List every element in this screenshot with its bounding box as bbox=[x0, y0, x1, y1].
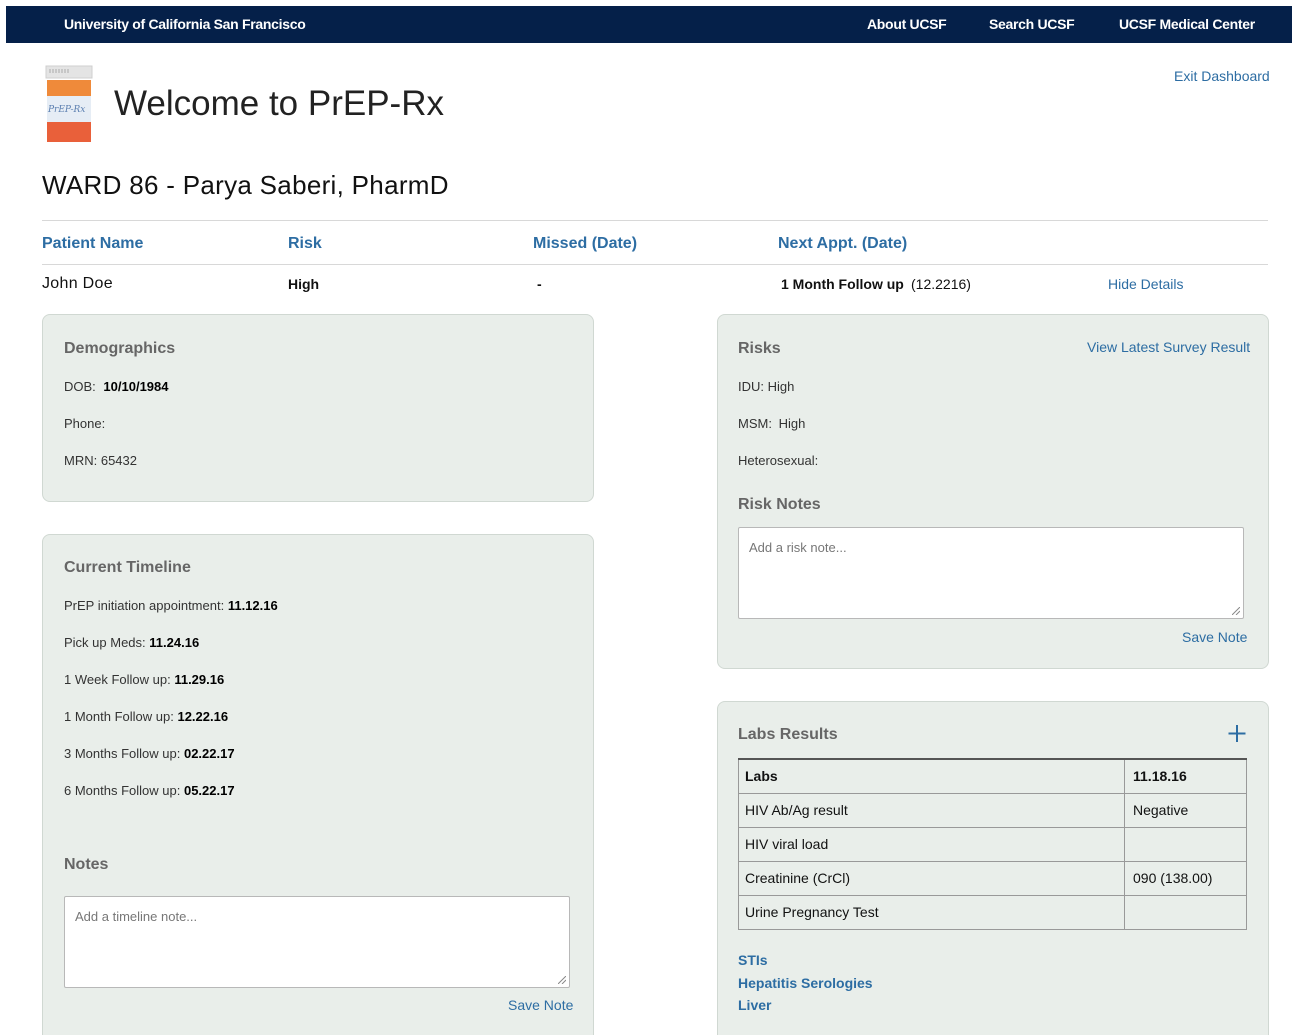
risk-note-placeholder: Add a risk note... bbox=[749, 540, 847, 555]
labs-section-hepatitis[interactable]: Hepatitis Serologies bbox=[738, 975, 873, 991]
timeline-item-label: 6 Months Follow up: bbox=[64, 783, 181, 798]
timeline-item-date: 11.24.16 bbox=[149, 635, 200, 650]
timeline-item: Pick up Meds: 11.24.16 bbox=[64, 635, 199, 650]
timeline-notes-title: Notes bbox=[64, 856, 109, 873]
table-row: HIV Ab/Ag result Negative bbox=[738, 792, 1247, 828]
timeline-item: PrEP initiation appointment: 11.12.16 bbox=[64, 598, 278, 613]
labs-header-date: 11.18.16 bbox=[1124, 758, 1247, 794]
lab-name: HIV viral load bbox=[738, 826, 1125, 862]
risk-item-value: High bbox=[767, 379, 795, 394]
dob-value: 10/10/1984 bbox=[103, 379, 169, 394]
column-header-missed[interactable]: Missed (Date) bbox=[533, 235, 637, 253]
timeline-note-input[interactable]: Add a timeline note... bbox=[64, 896, 570, 988]
lab-name: HIV Ab/Ag result bbox=[738, 792, 1125, 828]
resize-grip-icon[interactable] bbox=[558, 976, 566, 984]
timeline-item: 1 Month Follow up: 12.22.16 bbox=[64, 709, 228, 724]
patient-missed: - bbox=[537, 276, 542, 292]
divider bbox=[42, 220, 1268, 221]
logo-label: PrEP-Rx bbox=[48, 105, 86, 115]
pill-bottle-icon: PrEP-Rx bbox=[44, 64, 94, 144]
labs-title: Labs Results bbox=[738, 726, 838, 743]
phone-field: Phone: bbox=[64, 416, 105, 431]
risk-item-label: IDU: bbox=[738, 379, 764, 394]
view-survey-result-link[interactable]: View Latest Survey Result bbox=[1087, 339, 1250, 355]
dob-label: DOB: bbox=[64, 379, 96, 394]
timeline-item-date: 12.22.16 bbox=[177, 709, 229, 724]
exit-dashboard-link[interactable]: Exit Dashboard bbox=[1174, 68, 1270, 84]
nav-ucsf-medical-center[interactable]: UCSF Medical Center bbox=[1119, 16, 1255, 32]
risk-item: IDU: High bbox=[738, 379, 794, 394]
save-risk-note-button[interactable]: Save Note bbox=[1182, 629, 1247, 645]
phone-label: Phone: bbox=[64, 416, 106, 431]
table-row: HIV viral load bbox=[738, 826, 1247, 862]
risk-item: MSM: High bbox=[738, 416, 805, 431]
patient-risk: High bbox=[288, 276, 320, 292]
risk-item: Heterosexual: bbox=[738, 453, 818, 468]
risk-item-label: Heterosexual: bbox=[738, 453, 819, 468]
risk-item-label: MSM: bbox=[738, 416, 772, 431]
table-row: Creatinine (CrCl) 090 (138.00) bbox=[738, 860, 1247, 896]
mrn-value: 65432 bbox=[100, 453, 137, 468]
table-row: Urine Pregnancy Test bbox=[738, 894, 1247, 930]
timeline-item-date: 05.22.17 bbox=[183, 783, 235, 798]
labs-section-liver[interactable]: Liver bbox=[738, 997, 771, 1013]
clinic-heading: WARD 86 - Parya Saberi, PharmD bbox=[42, 170, 449, 200]
risk-notes-title: Risk Notes bbox=[738, 496, 821, 513]
demographics-title: Demographics bbox=[64, 340, 176, 357]
patient-name[interactable]: John Doe bbox=[42, 275, 113, 293]
lab-name: Urine Pregnancy Test bbox=[738, 894, 1125, 930]
nav-search-ucsf[interactable]: Search UCSF bbox=[989, 16, 1075, 32]
timeline-item-label: 1 Month Follow up: bbox=[64, 709, 174, 724]
column-header-next-appt[interactable]: Next Appt. (Date) bbox=[778, 235, 907, 253]
risks-title: Risks bbox=[738, 340, 781, 357]
page-title: Welcome to PrEP-Rx bbox=[114, 84, 444, 123]
lab-value: Negative bbox=[1124, 792, 1247, 828]
patient-next-appt-date: (12.2216) bbox=[911, 276, 971, 292]
top-navigation-bar: University of California San Francisco A… bbox=[6, 6, 1292, 43]
labs-table: Labs 11.18.16 HIV Ab/Ag result Negative … bbox=[738, 758, 1247, 930]
timeline-item-label: 3 Months Follow up: bbox=[64, 746, 181, 761]
lab-value: 090 (138.00) bbox=[1124, 860, 1247, 896]
lab-name: Creatinine (CrCl) bbox=[738, 860, 1125, 896]
timeline-item: 6 Months Follow up: 05.22.17 bbox=[64, 783, 235, 798]
mrn-field: MRN: 65432 bbox=[64, 453, 137, 468]
labs-header-label: Labs bbox=[738, 758, 1125, 794]
ucsf-brand-link[interactable]: University of California San Francisco bbox=[64, 16, 306, 32]
hide-details-link[interactable]: Hide Details bbox=[1108, 276, 1183, 292]
table-header-row: Labs 11.18.16 bbox=[738, 758, 1247, 794]
save-timeline-note-button[interactable]: Save Note bbox=[508, 997, 573, 1013]
timeline-item-label: 1 Week Follow up: bbox=[64, 672, 171, 687]
timeline-item: 3 Months Follow up: 02.22.17 bbox=[64, 746, 235, 761]
patient-next-appt: 1 Month Follow up bbox=[781, 276, 904, 292]
divider bbox=[42, 264, 1268, 265]
timeline-item-date: 11.29.16 bbox=[174, 672, 225, 687]
timeline-item-label: PrEP initiation appointment: bbox=[64, 598, 225, 613]
timeline-item-date: 02.22.17 bbox=[183, 746, 235, 761]
column-header-patient-name[interactable]: Patient Name bbox=[42, 235, 143, 253]
mrn-label: MRN: bbox=[64, 453, 98, 468]
plus-icon[interactable] bbox=[1226, 722, 1248, 744]
dob-field: DOB: 10/10/1984 bbox=[64, 379, 169, 394]
timeline-title: Current Timeline bbox=[64, 559, 191, 576]
column-header-risk[interactable]: Risk bbox=[288, 235, 322, 253]
lab-value bbox=[1124, 894, 1247, 930]
timeline-item: 1 Week Follow up: 11.29.16 bbox=[64, 672, 224, 687]
lab-value bbox=[1124, 826, 1247, 862]
resize-grip-icon[interactable] bbox=[1232, 607, 1240, 615]
timeline-note-placeholder: Add a timeline note... bbox=[75, 909, 198, 924]
nav-about-ucsf[interactable]: About UCSF bbox=[867, 16, 947, 32]
risk-item-value: High bbox=[778, 416, 806, 431]
labs-section-stis[interactable]: STIs bbox=[738, 952, 768, 968]
timeline-item-label: Pick up Meds: bbox=[64, 635, 146, 650]
timeline-item-date: 11.12.16 bbox=[227, 598, 278, 613]
risk-note-input[interactable]: Add a risk note... bbox=[738, 527, 1244, 619]
